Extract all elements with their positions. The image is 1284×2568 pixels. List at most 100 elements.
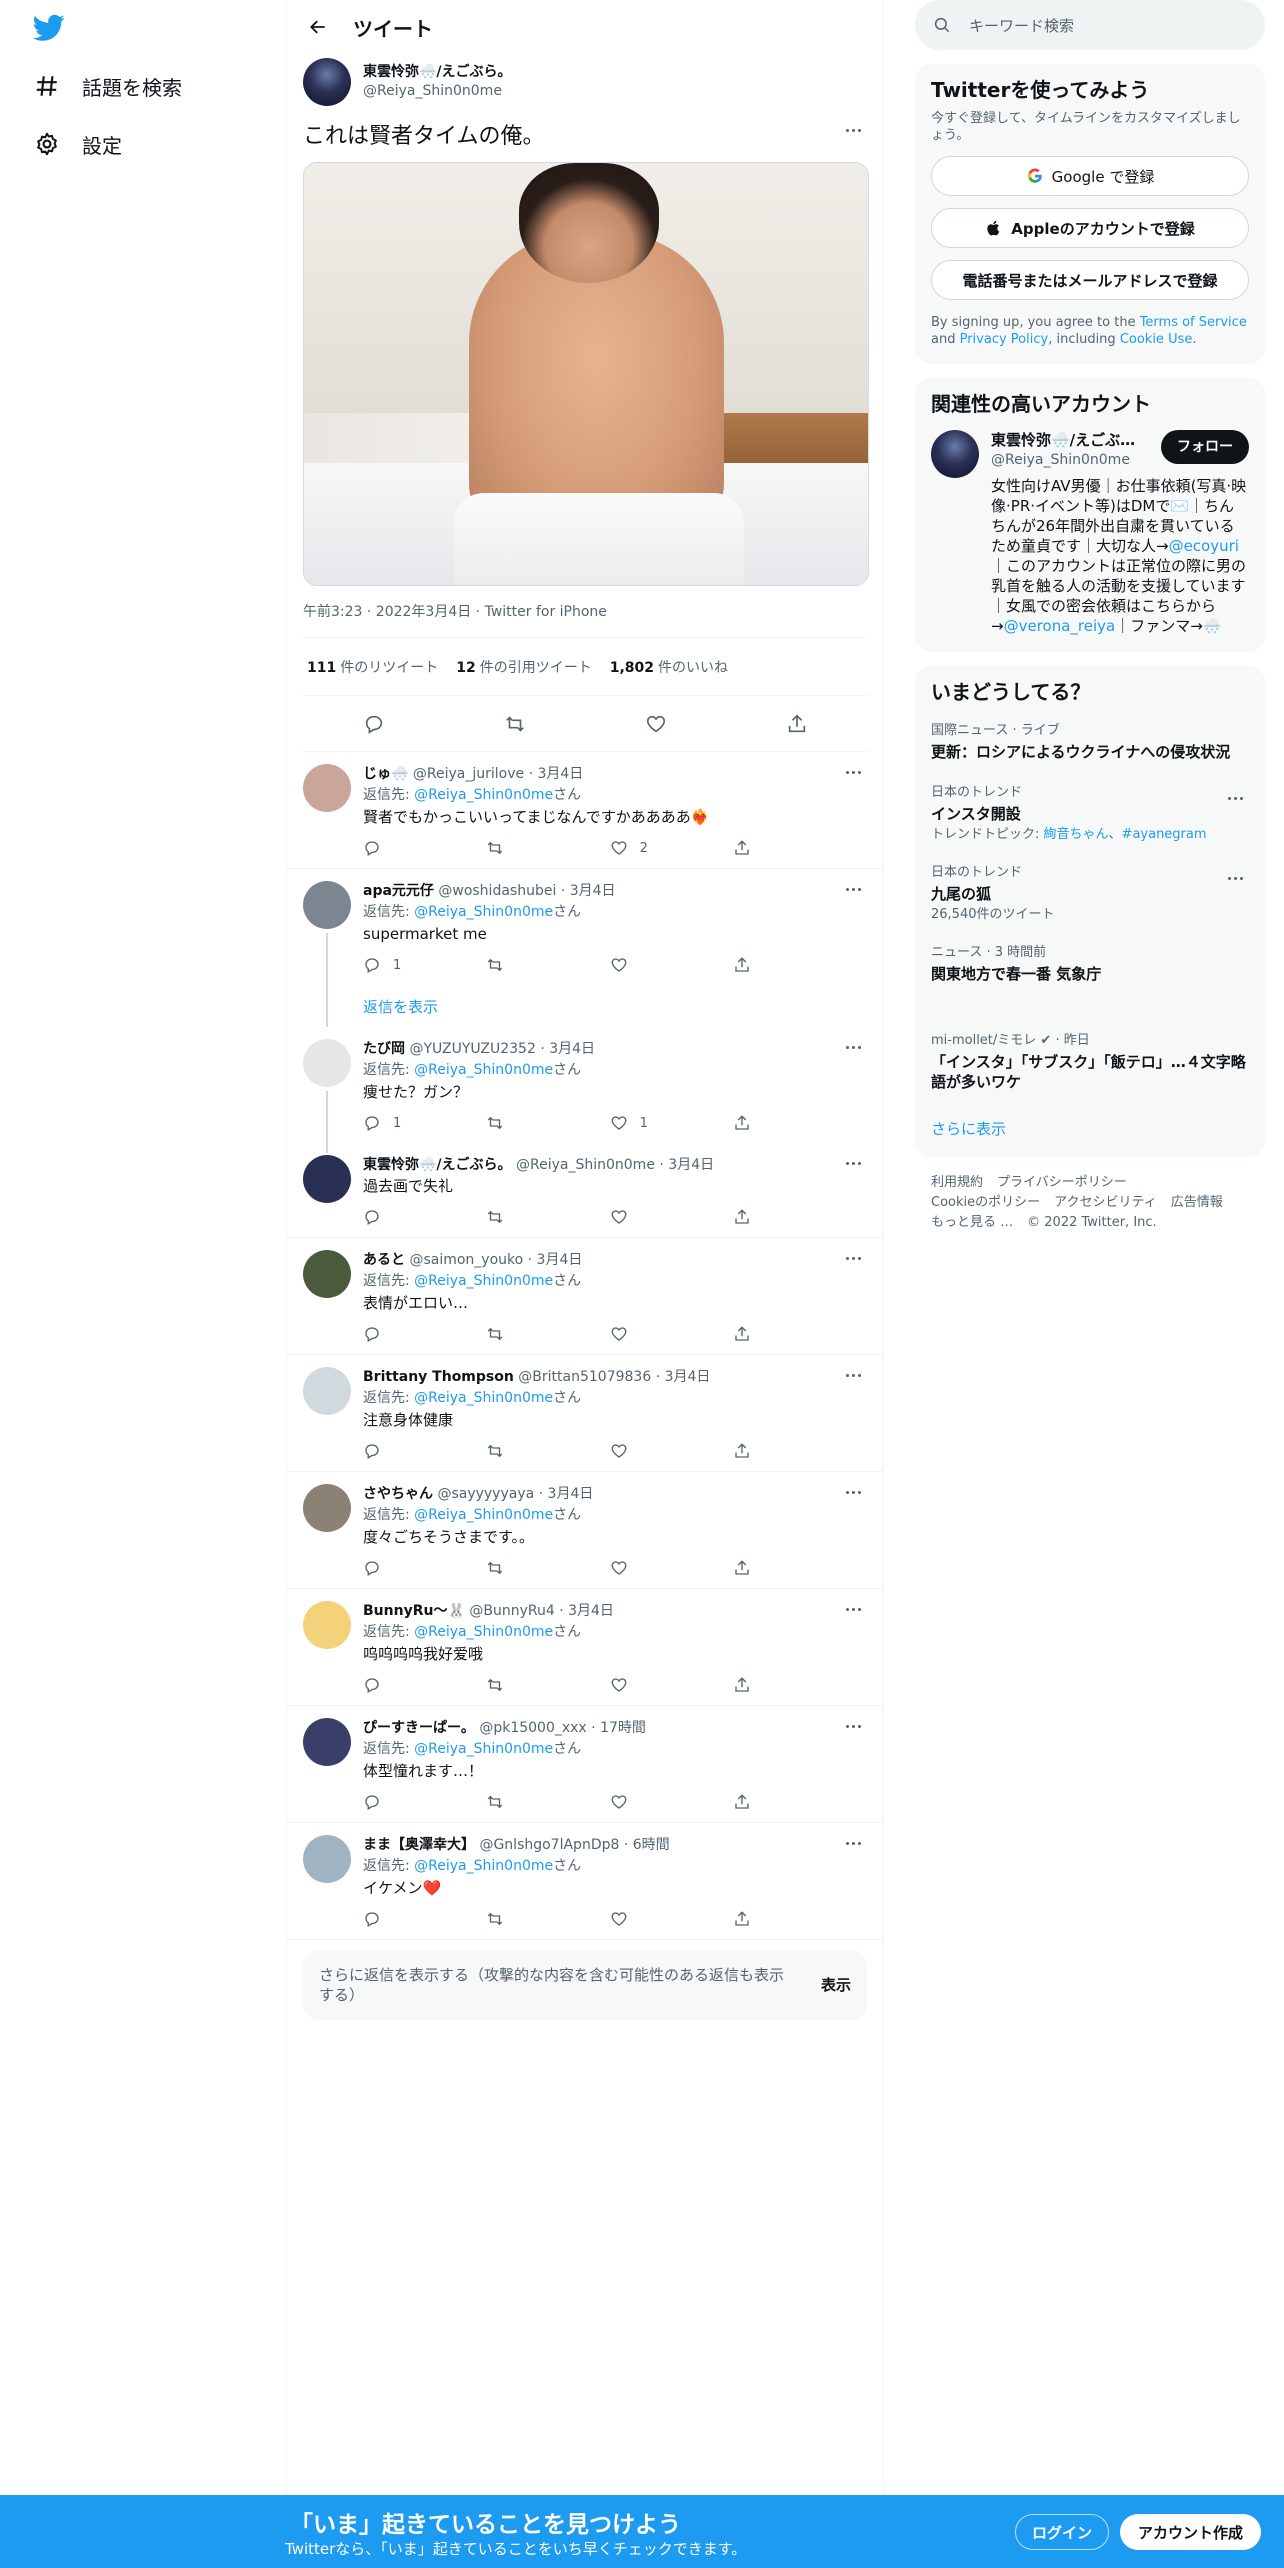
retweet-button[interactable] [486, 1676, 546, 1694]
trend-item[interactable]: 国際ニュース · ライブ 更新：ロシアによるウクライナへの侵攻状況 [915, 712, 1265, 774]
reply-author-name[interactable]: たび岡 [363, 1041, 405, 1057]
share-button[interactable] [733, 1208, 793, 1226]
heart-button[interactable] [610, 1208, 670, 1226]
more-icon[interactable] [839, 1248, 867, 1268]
reply-time[interactable]: · 3月4日 [559, 1603, 614, 1619]
reply-author-handle[interactable]: @saimon_youko [409, 1252, 523, 1268]
avatar[interactable] [303, 764, 351, 812]
heart-button[interactable] [610, 1910, 670, 1928]
reply-author-handle[interactable]: @Brittan51079836 [518, 1369, 651, 1385]
more-icon[interactable] [839, 879, 867, 899]
heart-icon[interactable] [645, 713, 667, 735]
reply-time[interactable]: · 3月4日 [561, 883, 616, 899]
reply-author-name[interactable]: ぴーすきーぱー。 [363, 1720, 475, 1736]
avatar[interactable] [303, 881, 351, 929]
nav-explore[interactable]: 話題を検索 [34, 66, 182, 106]
signup-button[interactable]: アカウント作成 [1120, 2514, 1262, 2550]
more-icon[interactable] [839, 1833, 867, 1853]
bio-link-ecoyuri[interactable]: @ecoyuri [1169, 537, 1239, 555]
author-name[interactable]: 東雲怜弥🌨️/えごぶら。 [363, 63, 512, 82]
related-name[interactable]: 東雲怜弥🌨️/えごぶ… [991, 430, 1135, 450]
more-icon[interactable] [839, 1482, 867, 1502]
tweet-timestamp[interactable]: 午前3:23 · 2022年3月4日 · Twitter for iPhone [303, 602, 867, 638]
retweet-button[interactable] [486, 1559, 546, 1577]
google-signup-button[interactable]: Google で登録 [931, 156, 1249, 196]
footer-link[interactable]: 広告情報 [1171, 1195, 1223, 1210]
reply-button[interactable] [363, 1559, 423, 1577]
footer-link[interactable]: プライバシーポリシー [997, 1175, 1127, 1190]
more-icon[interactable] [1221, 788, 1249, 808]
share-button[interactable] [733, 1442, 793, 1460]
bio-link-verona[interactable]: @verona_reiya [1004, 617, 1116, 635]
reply-author-name[interactable]: apa元元仔 [363, 883, 434, 899]
footer-link[interactable]: アクセシビリティ [1054, 1195, 1157, 1210]
reply-tweet[interactable]: たび岡 @YUZUYUZU2352 · 3月4日 返信先: @Reiya_Shin… [287, 1027, 883, 1147]
heart-button[interactable] [610, 1676, 670, 1694]
reply-author-name[interactable]: さやちゃん [363, 1486, 433, 1502]
search-input[interactable]: キーワード検索 [915, 0, 1265, 50]
avatar[interactable] [931, 430, 979, 478]
more-icon[interactable] [839, 1599, 867, 1619]
reply-author-name[interactable]: あると [363, 1252, 405, 1268]
reply-tweet[interactable]: あると @saimon_youko · 3月4日 返信先: @Reiya_Shin… [287, 1238, 883, 1355]
cookie-link[interactable]: Cookie Use [1120, 332, 1193, 347]
share-button[interactable] [733, 1676, 793, 1694]
replying-to-link[interactable]: @Reiya_Shin0n0me [414, 787, 553, 803]
more-icon[interactable] [839, 1716, 867, 1736]
more-icon[interactable] [839, 1037, 867, 1057]
heart-button[interactable] [610, 1559, 670, 1577]
replying-to-link[interactable]: @Reiya_Shin0n0me [414, 1741, 553, 1757]
reply-author-handle[interactable]: @YUZUYUZU2352 [409, 1041, 535, 1057]
retweet-button[interactable] [486, 1442, 546, 1460]
reply-time[interactable]: · 3月4日 [529, 766, 584, 782]
more-icon[interactable] [839, 1365, 867, 1385]
reply-author-name[interactable]: 東雲怜弥🌨️/えごぶら。 [363, 1157, 512, 1173]
reply-button[interactable] [363, 839, 423, 857]
share-button[interactable] [733, 1793, 793, 1811]
reply-tweet[interactable]: Brittany Thompson @Brittan51079836 · 3月4… [287, 1355, 883, 1472]
reply-author-name[interactable]: Brittany Thompson [363, 1369, 514, 1385]
reply-time[interactable]: · 3月4日 [539, 1486, 594, 1502]
reply-author-name[interactable]: じゅ🌨️ [363, 766, 408, 782]
reply-author-handle[interactable]: @woshidashubei [438, 883, 556, 899]
share-button[interactable] [733, 1910, 793, 1928]
footer-link[interactable]: もっと見る … [931, 1215, 1013, 1230]
twitter-logo-icon[interactable] [33, 14, 65, 42]
reply-author-handle[interactable]: @Reiya_jurilove [413, 766, 524, 782]
reply-author-name[interactable]: BunnyRu～🐰 [363, 1603, 465, 1619]
follow-button[interactable]: フォロー [1161, 430, 1249, 464]
apple-signup-button[interactable]: Appleのアカウントで登録 [931, 208, 1249, 248]
retweet-button[interactable] [486, 1325, 546, 1343]
retweet-button[interactable] [486, 1910, 546, 1928]
retweet-icon[interactable] [504, 713, 526, 735]
avatar[interactable] [303, 1367, 351, 1415]
terms-link[interactable]: Terms of Service [1140, 315, 1247, 330]
reply-author-handle[interactable]: @pk15000_xxx [479, 1720, 586, 1736]
avatar[interactable] [303, 1835, 351, 1883]
reply-icon[interactable] [363, 713, 385, 735]
reply-time[interactable]: · 17時間 [591, 1720, 646, 1736]
trend-item[interactable]: mi-mollet/ミモレ ✔ · 昨日 「インスタ」「サブスク」「飯テロ」…４… [915, 1022, 1265, 1104]
replying-to-link[interactable]: @Reiya_Shin0n0me [414, 1062, 553, 1078]
reply-time[interactable]: · 3月4日 [528, 1252, 583, 1268]
share-button[interactable] [733, 1325, 793, 1343]
reply-tweet[interactable]: まま【奥澤幸大】 @Gnlshgo7lApnDp8 · 6時間 返信先: @Rei… [287, 1823, 883, 1940]
reply-author-handle[interactable]: @Gnlshgo7lApnDp8 [479, 1837, 619, 1853]
avatar[interactable] [303, 1155, 351, 1203]
share-button[interactable] [733, 1114, 793, 1132]
retweet-button[interactable] [486, 1793, 546, 1811]
reply-time[interactable]: · 3月4日 [656, 1369, 711, 1385]
like-count[interactable]: 1,802 件のいいね [610, 657, 728, 677]
reply-author-handle[interactable]: @sayyyyyaya [437, 1486, 534, 1502]
reply-tweet[interactable]: 東雲怜弥🌨️/えごぶら。 @Reiya_Shin0n0me · 3月4日 過去画で… [287, 1143, 883, 1238]
reply-button[interactable] [363, 1793, 423, 1811]
reply-time[interactable]: · 3月4日 [659, 1157, 714, 1173]
heart-button[interactable]: 2 [610, 839, 670, 857]
heart-button[interactable]: 1 [610, 1114, 670, 1132]
more-icon[interactable] [839, 120, 867, 140]
footer-link[interactable]: Cookieのポリシー [931, 1195, 1040, 1210]
retweet-button[interactable] [486, 956, 546, 974]
more-icon[interactable] [1221, 868, 1249, 888]
retweet-button[interactable] [486, 1208, 546, 1226]
show-more-replies-button[interactable]: 表示 [821, 1975, 851, 1995]
